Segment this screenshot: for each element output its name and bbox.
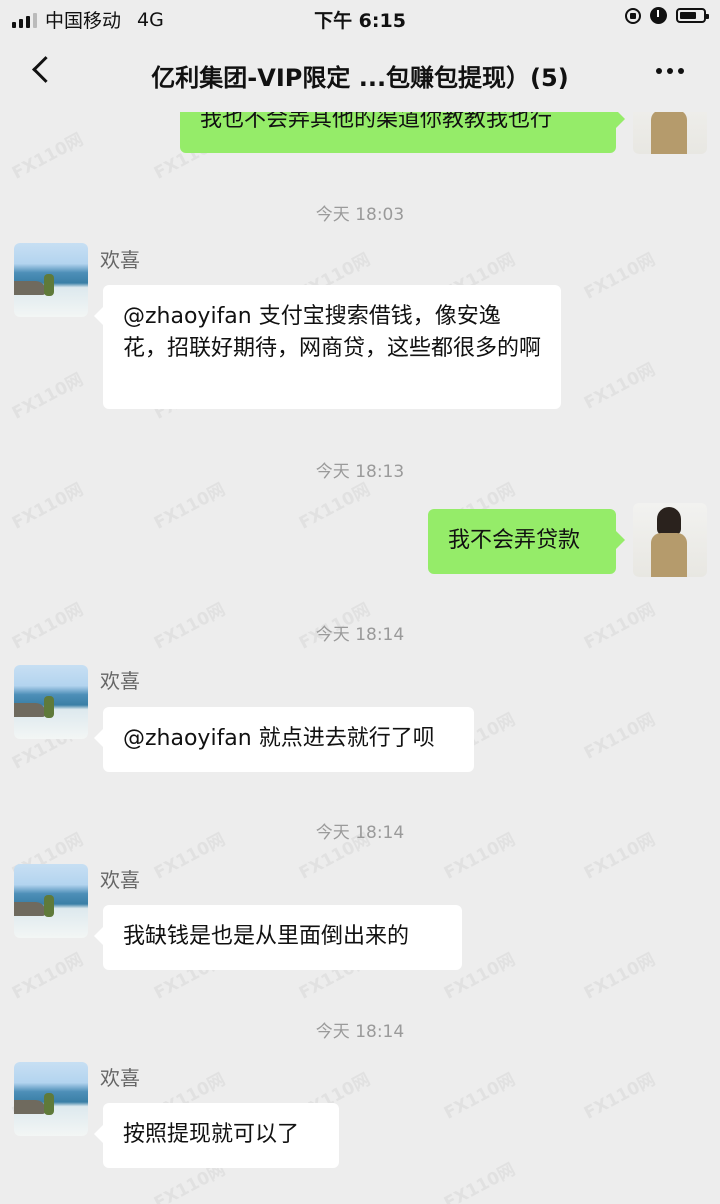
message-bubble-outgoing[interactable]: 我不会弄贷款 [428,509,625,574]
message-bubble-incoming[interactable]: @zhaoyifan 就点进去就行了呗 [94,707,474,772]
avatar-sender[interactable] [14,243,88,317]
status-right [625,7,709,24]
avatar-self[interactable] [633,112,707,154]
message-text: 我也不会弄其他的渠道你教教我也行 [200,112,553,132]
message-timestamp: 今天 18:03 [315,205,405,225]
watermark: FX110网 [580,359,659,414]
avatar-self[interactable] [633,503,707,577]
status-bar: 中国移动 4G 下午 6:15 [0,0,720,36]
watermark: FX110网 [150,479,229,534]
watermark: FX110网 [440,1159,519,1204]
watermark: FX110网 [8,949,87,1004]
watermark: FX110网 [580,949,659,1004]
back-button[interactable] [24,50,64,94]
message-bubble-incoming[interactable]: @zhaoyifan 支付宝搜索借钱，像安逸花，招联好期待，网商贷，这些都很多的… [94,285,561,409]
sender-name: 欢喜 [100,868,140,892]
chat-title: 亿利集团-VIP限定 ...包赚包提现）(5) [151,64,569,92]
avatar-sender[interactable] [14,665,88,739]
watermark: FX110网 [580,249,659,304]
status-time: 下午 6:15 [314,10,406,32]
watermark: FX110网 [440,1069,519,1124]
watermark: FX110网 [580,1069,659,1124]
sender-name: 欢喜 [100,248,140,272]
nav-bar: 亿利集团-VIP限定 ...包赚包提现）(5) [0,36,720,112]
watermark: FX110网 [8,369,87,424]
message-timestamp: 今天 18:14 [315,823,405,843]
rotation-lock-icon [625,7,641,24]
more-dots-icon [656,68,662,74]
message-timestamp: 今天 18:13 [315,462,405,482]
sender-name: 欢喜 [100,1066,140,1090]
message-timestamp: 今天 18:14 [315,625,405,645]
sender-name: 欢喜 [100,669,140,693]
avatar-sender[interactable] [14,1062,88,1136]
watermark: FX110网 [8,479,87,534]
alarm-icon [650,7,667,24]
chat-area[interactable]: FX110网 FX110网 FX110网 FX110网 FX110网 FX110… [0,112,720,1204]
message-text: @zhaoyifan 就点进去就行了呗 [123,726,435,751]
battery-icon [676,8,709,23]
message-bubble-outgoing[interactable]: 我也不会弄其他的渠道你教教我也行 [180,112,625,153]
more-button[interactable] [656,62,684,80]
watermark: FX110网 [580,709,659,764]
message-text: 我不会弄贷款 [448,528,581,553]
message-text: 我缺钱是也是从里面倒出来的 [123,924,410,949]
message-text: 按照提现就可以了 [123,1122,300,1147]
watermark: FX110网 [8,129,87,184]
message-timestamp: 今天 18:14 [315,1022,405,1042]
message-bubble-incoming[interactable]: 我缺钱是也是从里面倒出来的 [94,905,462,970]
watermark: FX110网 [295,479,374,534]
message-bubble-incoming[interactable]: 按照提现就可以了 [94,1103,339,1168]
message-text: @zhaoyifan 支付宝搜索借钱，像安逸花，招联好期待，网商贷，这些都很多的… [123,304,542,361]
avatar-sender[interactable] [14,864,88,938]
